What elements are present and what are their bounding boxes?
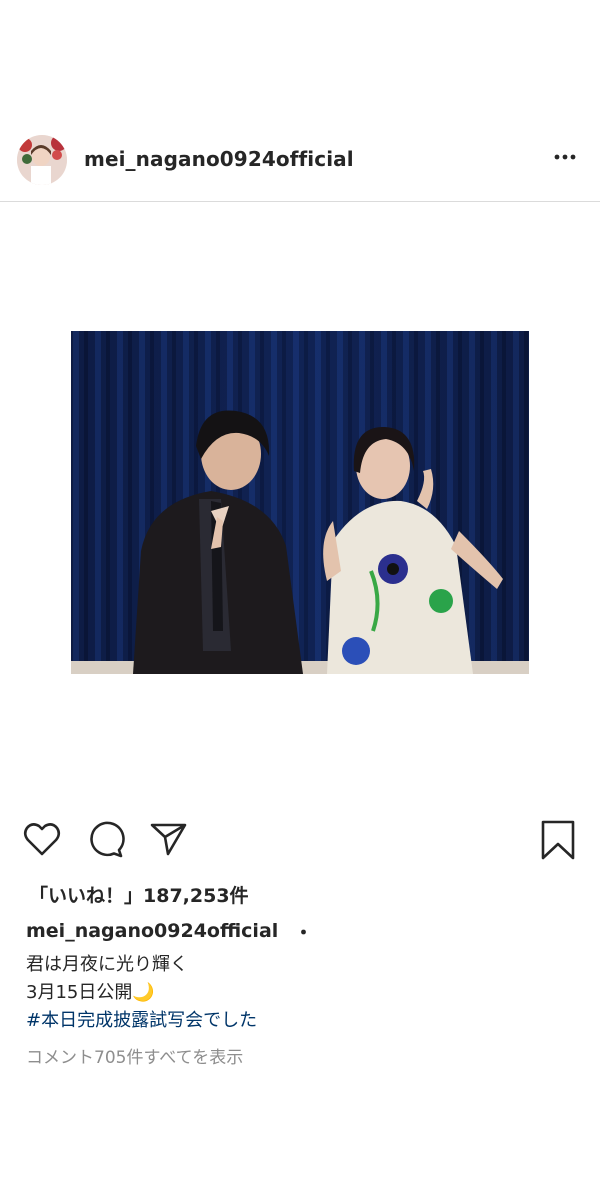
heart-icon[interactable] <box>22 820 62 860</box>
post-photo-image <box>71 331 529 674</box>
likes-count[interactable]: 「いいね！」187,253件 <box>29 881 249 908</box>
caption-hashtag[interactable]: #本日完成披露試写会でした <box>26 1006 257 1032</box>
post-header: mei_nagano0924official <box>0 130 600 202</box>
caption-username[interactable]: mei_nagano0924official <box>26 920 278 942</box>
caption-separator: ・ <box>294 922 314 944</box>
post-photo[interactable] <box>71 331 529 674</box>
view-all-comments-link[interactable]: コメント705件すべてを表示 <box>26 1043 243 1068</box>
avatar[interactable] <box>17 135 67 185</box>
header-username[interactable]: mei_nagano0924official <box>84 147 354 171</box>
bookmark-icon[interactable] <box>538 820 578 860</box>
caption-line: 君は月夜に光り輝く <box>26 954 188 975</box>
comment-icon[interactable] <box>85 820 125 860</box>
action-bar <box>0 820 600 864</box>
caption-line: 3月15日公開🌙 <box>26 982 155 1003</box>
avatar-image <box>17 135 67 185</box>
send-icon[interactable] <box>148 820 188 860</box>
more-horizontal-icon[interactable] <box>551 144 581 170</box>
